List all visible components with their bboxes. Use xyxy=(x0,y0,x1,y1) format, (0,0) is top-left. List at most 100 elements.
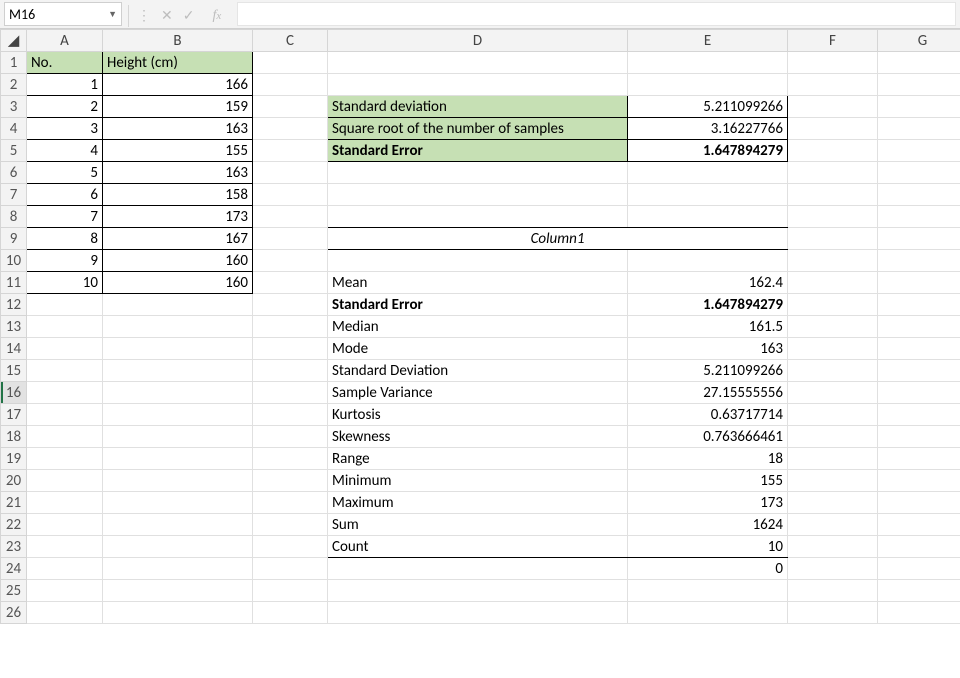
cell[interactable]: 173 xyxy=(103,206,253,228)
cell[interactable] xyxy=(878,272,960,294)
cell[interactable]: Standard Deviation xyxy=(328,360,628,382)
cell[interactable] xyxy=(103,470,253,492)
cell[interactable] xyxy=(103,514,253,536)
chevron-down-icon[interactable]: ▼ xyxy=(108,9,117,20)
fx-icon[interactable]: fx xyxy=(204,8,229,24)
cell[interactable]: Mode xyxy=(328,338,628,360)
cell[interactable]: Standard deviation xyxy=(328,96,628,118)
name-box[interactable]: M16 ▼ xyxy=(4,2,122,26)
cell[interactable]: 163 xyxy=(628,338,788,360)
cell[interactable]: 10 xyxy=(628,536,788,558)
cell[interactable] xyxy=(27,492,103,514)
cell[interactable] xyxy=(27,514,103,536)
cell[interactable] xyxy=(878,536,960,558)
cell[interactable]: 10 xyxy=(27,272,103,294)
cell[interactable] xyxy=(103,294,253,316)
row-header[interactable]: 9 xyxy=(1,228,27,250)
cell[interactable]: 160 xyxy=(103,272,253,294)
cell[interactable]: No. xyxy=(27,52,103,74)
col-header-G[interactable]: G xyxy=(878,30,960,52)
cell[interactable] xyxy=(788,184,878,206)
select-all-corner[interactable]: ◢ xyxy=(1,30,27,52)
cell[interactable]: 3.16227766 xyxy=(628,118,788,140)
cell[interactable]: Standard Error xyxy=(328,294,628,316)
cell[interactable] xyxy=(328,602,628,624)
cell[interactable]: Minimum xyxy=(328,470,628,492)
col-header-E[interactable]: E xyxy=(628,30,788,52)
cell[interactable]: 1.647894279 xyxy=(628,140,788,162)
col-header-F[interactable]: F xyxy=(788,30,878,52)
cell[interactable]: 158 xyxy=(103,184,253,206)
cell[interactable]: 7 xyxy=(27,206,103,228)
row-header[interactable]: 4 xyxy=(1,118,27,140)
cell[interactable]: 0 xyxy=(628,558,788,580)
cell[interactable] xyxy=(788,74,878,96)
cell[interactable] xyxy=(878,74,960,96)
cell[interactable] xyxy=(878,426,960,448)
cell[interactable]: 163 xyxy=(103,162,253,184)
cell[interactable] xyxy=(878,360,960,382)
cell[interactable]: 8 xyxy=(27,228,103,250)
cell[interactable] xyxy=(328,250,628,272)
cell[interactable] xyxy=(878,162,960,184)
cell[interactable] xyxy=(253,360,328,382)
cell[interactable] xyxy=(878,448,960,470)
cell[interactable]: Mean xyxy=(328,272,628,294)
cell[interactable] xyxy=(253,162,328,184)
cell[interactable] xyxy=(27,536,103,558)
row-header[interactable]: 20 xyxy=(1,470,27,492)
cell[interactable] xyxy=(878,184,960,206)
row-header[interactable]: 18 xyxy=(1,426,27,448)
row-header[interactable]: 16 xyxy=(1,382,27,404)
cell[interactable] xyxy=(628,162,788,184)
cell[interactable] xyxy=(788,316,878,338)
cell[interactable] xyxy=(328,558,628,580)
cell[interactable] xyxy=(878,316,960,338)
cell[interactable]: Standard Error xyxy=(328,140,628,162)
cell[interactable] xyxy=(788,558,878,580)
cell[interactable] xyxy=(788,382,878,404)
cell[interactable] xyxy=(788,294,878,316)
cell[interactable] xyxy=(27,426,103,448)
enter-icon[interactable]: ✓ xyxy=(183,7,195,24)
cell[interactable] xyxy=(253,382,328,404)
row-header[interactable]: 14 xyxy=(1,338,27,360)
cell[interactable] xyxy=(878,404,960,426)
cell[interactable] xyxy=(253,602,328,624)
cell[interactable] xyxy=(103,602,253,624)
formula-input[interactable] xyxy=(237,2,956,26)
cell[interactable] xyxy=(628,250,788,272)
cell[interactable] xyxy=(878,250,960,272)
cell[interactable] xyxy=(253,294,328,316)
cell[interactable] xyxy=(103,382,253,404)
cell[interactable] xyxy=(103,316,253,338)
row-header[interactable]: 21 xyxy=(1,492,27,514)
row-header[interactable]: 22 xyxy=(1,514,27,536)
cell[interactable]: 27.15555556 xyxy=(628,382,788,404)
cell[interactable] xyxy=(328,74,628,96)
cell[interactable]: 4 xyxy=(27,140,103,162)
cell[interactable] xyxy=(628,580,788,602)
cell[interactable] xyxy=(253,580,328,602)
cell[interactable] xyxy=(788,140,878,162)
cell[interactable] xyxy=(253,470,328,492)
cell[interactable]: Sample Variance xyxy=(328,382,628,404)
cell[interactable] xyxy=(253,250,328,272)
col-header-C[interactable]: C xyxy=(253,30,328,52)
grid[interactable]: ◢ A B C D E F G 1 No. Height (cm) 2 1 16… xyxy=(0,29,960,624)
cell[interactable] xyxy=(27,558,103,580)
cell[interactable] xyxy=(27,338,103,360)
cell[interactable] xyxy=(103,360,253,382)
row-header[interactable]: 7 xyxy=(1,184,27,206)
cell[interactable] xyxy=(628,184,788,206)
cell[interactable] xyxy=(27,404,103,426)
cell[interactable] xyxy=(878,294,960,316)
cell[interactable] xyxy=(253,338,328,360)
cell[interactable]: 5.211099266 xyxy=(628,96,788,118)
cell[interactable]: 166 xyxy=(103,74,253,96)
cell[interactable] xyxy=(253,492,328,514)
cell[interactable] xyxy=(103,338,253,360)
row-header[interactable]: 1 xyxy=(1,52,27,74)
cell[interactable]: Square root of the number of samples xyxy=(328,118,628,140)
cell[interactable]: 6 xyxy=(27,184,103,206)
